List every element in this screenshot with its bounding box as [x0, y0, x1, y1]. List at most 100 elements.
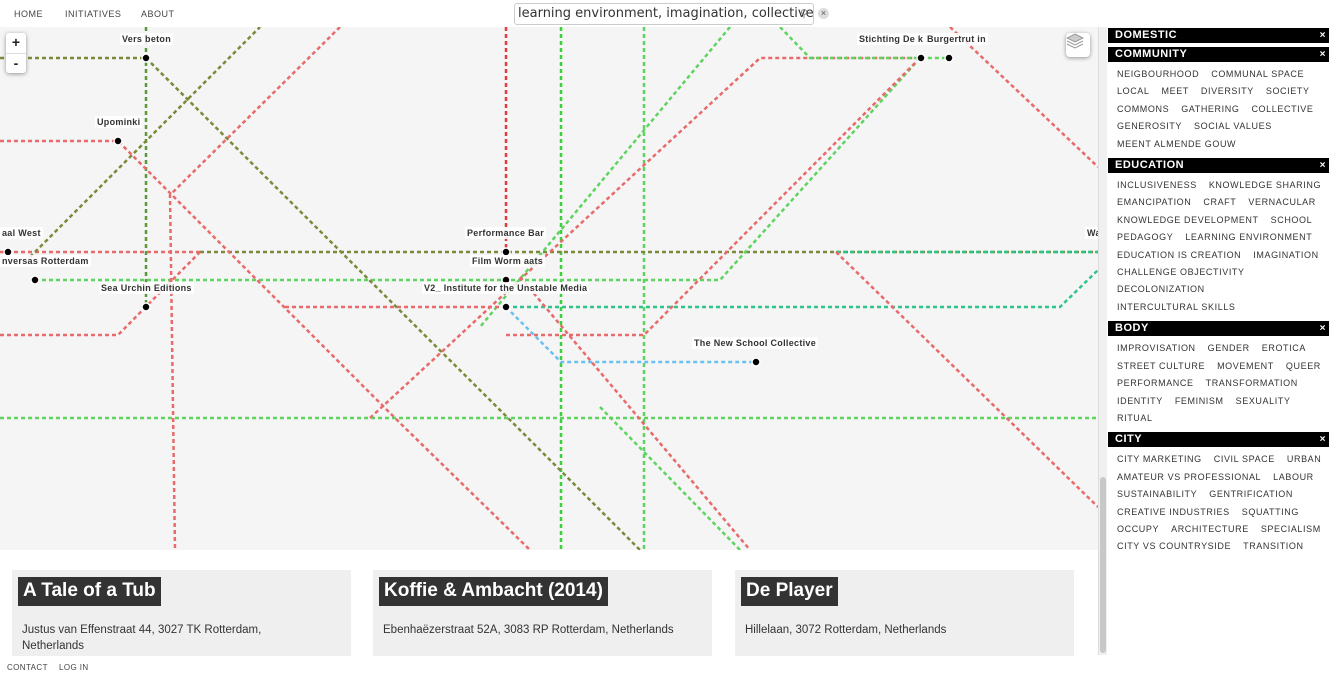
map[interactable]: Vers beton Upominki Stichting De k Burge…	[0, 27, 1098, 550]
nav-home[interactable]: HOME	[14, 9, 43, 19]
zoom-out-button[interactable]: -	[6, 53, 26, 73]
tag[interactable]: GENEROSITY	[1117, 118, 1182, 135]
tag[interactable]: PEDAGOGY	[1117, 229, 1173, 246]
station-label[interactable]: nversas Rotterdam	[0, 255, 91, 267]
tag[interactable]: EDUCATION IS CREATION	[1117, 247, 1241, 264]
category-header[interactable]: CITY ×	[1108, 432, 1329, 448]
tag[interactable]: LEARNING ENVIRONMENT	[1185, 229, 1312, 246]
tag[interactable]: MEENT ALMENDE GOUW	[1117, 136, 1236, 153]
line	[599, 406, 741, 550]
footer-login[interactable]: LOG IN	[59, 663, 89, 672]
tag[interactable]: TRANSFORMATION	[1206, 375, 1298, 392]
tag[interactable]: CITY VS COUNTRYSIDE	[1117, 538, 1231, 555]
card-title[interactable]: De Player	[741, 577, 838, 606]
close-icon[interactable]: ×	[1320, 158, 1326, 173]
category-header[interactable]: BODY ×	[1108, 321, 1329, 337]
tag[interactable]: SQUATTING	[1242, 504, 1299, 521]
tag[interactable]: URBAN	[1287, 451, 1322, 468]
nav-about[interactable]: ABOUT	[141, 9, 175, 19]
tag[interactable]: SOCIETY	[1266, 83, 1310, 100]
station-label[interactable]: Burgertrut in	[925, 33, 988, 45]
category-header[interactable]: DOMESTIC ×	[1108, 28, 1329, 43]
tag[interactable]: LABOUR	[1273, 469, 1314, 486]
card-title[interactable]: A Tale of a Tub	[18, 577, 161, 606]
tag[interactable]: GENTRIFICATION	[1209, 486, 1293, 503]
tag[interactable]: COLLECTIVE	[1251, 101, 1313, 118]
scrollbar-thumb[interactable]	[1100, 477, 1106, 653]
station-label[interactable]: Film Worm aats	[470, 255, 546, 267]
tag[interactable]: OCCUPY	[1117, 521, 1159, 538]
tag[interactable]: GENDER	[1208, 340, 1250, 357]
clear-search-button[interactable]: ×	[818, 8, 829, 19]
tag[interactable]: DIVERSITY	[1201, 83, 1254, 100]
tag[interactable]: SOCIAL VALUES	[1194, 118, 1272, 135]
tag[interactable]: INTERCULTURAL SKILLS	[1117, 299, 1236, 316]
tag[interactable]: KNOWLEDGE SHARING	[1209, 177, 1321, 194]
tag[interactable]: RITUAL	[1117, 410, 1153, 427]
line	[35, 57, 921, 282]
tag[interactable]: IMPROVISATION	[1117, 340, 1196, 357]
tag[interactable]: KNOWLEDGE DEVELOPMENT	[1117, 212, 1259, 229]
close-icon[interactable]: ×	[1320, 321, 1326, 336]
tag[interactable]: CRAFT	[1203, 194, 1236, 211]
category-sidebar: DOMESTIC × COMMUNITY × NEIGBOURHOOD COMMUNAL …	[1108, 28, 1329, 561]
station-label[interactable]: Wa	[1085, 227, 1098, 239]
tag[interactable]: STREET CULTURE	[1117, 358, 1205, 375]
zoom-in-button[interactable]: +	[6, 33, 26, 53]
initiative-card[interactable]: A Tale of a Tub Justus van Effenstraat 44…	[12, 570, 351, 656]
search-input[interactable]: learning environment, imagination, colle…	[514, 3, 814, 25]
tag[interactable]: INCLUSIVENESS	[1117, 177, 1197, 194]
category-title: COMMUNITY	[1115, 48, 1188, 60]
tag[interactable]: DECOLONIZATION	[1117, 281, 1205, 298]
line	[0, 139, 531, 550]
tag[interactable]: CHALLENGE OBJECTIVITY	[1117, 264, 1245, 281]
tag[interactable]: SUSTAINABILITY	[1117, 486, 1197, 503]
layers-button[interactable]	[1066, 33, 1090, 57]
tag[interactable]: AMATEUR VS PROFESSIONAL	[1117, 469, 1261, 486]
tag[interactable]: ARCHITECTURE	[1171, 521, 1249, 538]
card-title[interactable]: Koffie & Ambacht (2014)	[379, 577, 608, 606]
tag[interactable]: VERNACULAR	[1248, 194, 1316, 211]
tag-list: NEIGBOURHOOD COMMUNAL SPACE LOCAL MEET DIVER…	[1108, 66, 1329, 158]
tag[interactable]: EMANCIPATION	[1117, 194, 1191, 211]
tag[interactable]: CITY MARKETING	[1117, 451, 1202, 468]
tag[interactable]: SEXUALITY	[1236, 393, 1291, 410]
tag[interactable]: GATHERING	[1181, 101, 1239, 118]
tag[interactable]: QUEER	[1286, 358, 1321, 375]
tag[interactable]: IMAGINATION	[1253, 247, 1318, 264]
scrollbar[interactable]	[1098, 27, 1107, 655]
station-label[interactable]: Vers beton	[120, 33, 174, 45]
tag[interactable]: MEET	[1162, 83, 1189, 100]
initiative-card[interactable]: Koffie & Ambacht (2014) Ebenhaëzerstraat …	[373, 570, 712, 656]
tag[interactable]: MOVEMENT	[1217, 358, 1274, 375]
tag[interactable]: SCHOOL	[1271, 212, 1313, 229]
tag[interactable]: IDENTITY	[1117, 393, 1163, 410]
tag[interactable]: LOCAL	[1117, 83, 1150, 100]
tag[interactable]: FEMINISM	[1175, 393, 1224, 410]
footer-contact[interactable]: CONTACT	[7, 663, 48, 672]
station-label[interactable]: Performance Bar	[465, 227, 547, 239]
initiative-card[interactable]: De Player Hillelaan, 3072 Rotterdam, Neth…	[735, 570, 1074, 656]
tag[interactable]: COMMONS	[1117, 101, 1169, 118]
station-label[interactable]: Upominki	[95, 116, 143, 128]
tag[interactable]: CREATIVE INDUSTRIES	[1117, 504, 1230, 521]
tag[interactable]: NEIGBOURHOOD	[1117, 66, 1199, 83]
station-label[interactable]: V2_ Institute for the Unstable Media	[422, 282, 590, 294]
category-header[interactable]: COMMUNITY ×	[1108, 47, 1329, 62]
close-icon[interactable]: ×	[1320, 28, 1326, 43]
tag[interactable]: EROTICA	[1262, 340, 1306, 357]
category-header[interactable]: EDUCATION ×	[1108, 158, 1329, 174]
nav-initiatives[interactable]: INITIATIVES	[65, 9, 121, 19]
close-icon[interactable]: ×	[1320, 432, 1326, 447]
station-label[interactable]: aal West	[0, 227, 43, 239]
station-label[interactable]: Stichting De k	[857, 33, 926, 45]
station-label[interactable]: Sea Urchin Editions	[99, 282, 194, 294]
tag[interactable]: CIVIL SPACE	[1214, 451, 1275, 468]
tag[interactable]: TRANSITION	[1243, 538, 1304, 555]
station-label[interactable]: The New School Collective	[692, 337, 819, 349]
tag[interactable]: PERFORMANCE	[1117, 375, 1194, 392]
close-icon[interactable]: ×	[1320, 47, 1326, 62]
tag[interactable]: SPECIALISM	[1261, 521, 1321, 538]
category-title: EDUCATION	[1115, 159, 1185, 172]
tag[interactable]: COMMUNAL SPACE	[1211, 66, 1304, 83]
